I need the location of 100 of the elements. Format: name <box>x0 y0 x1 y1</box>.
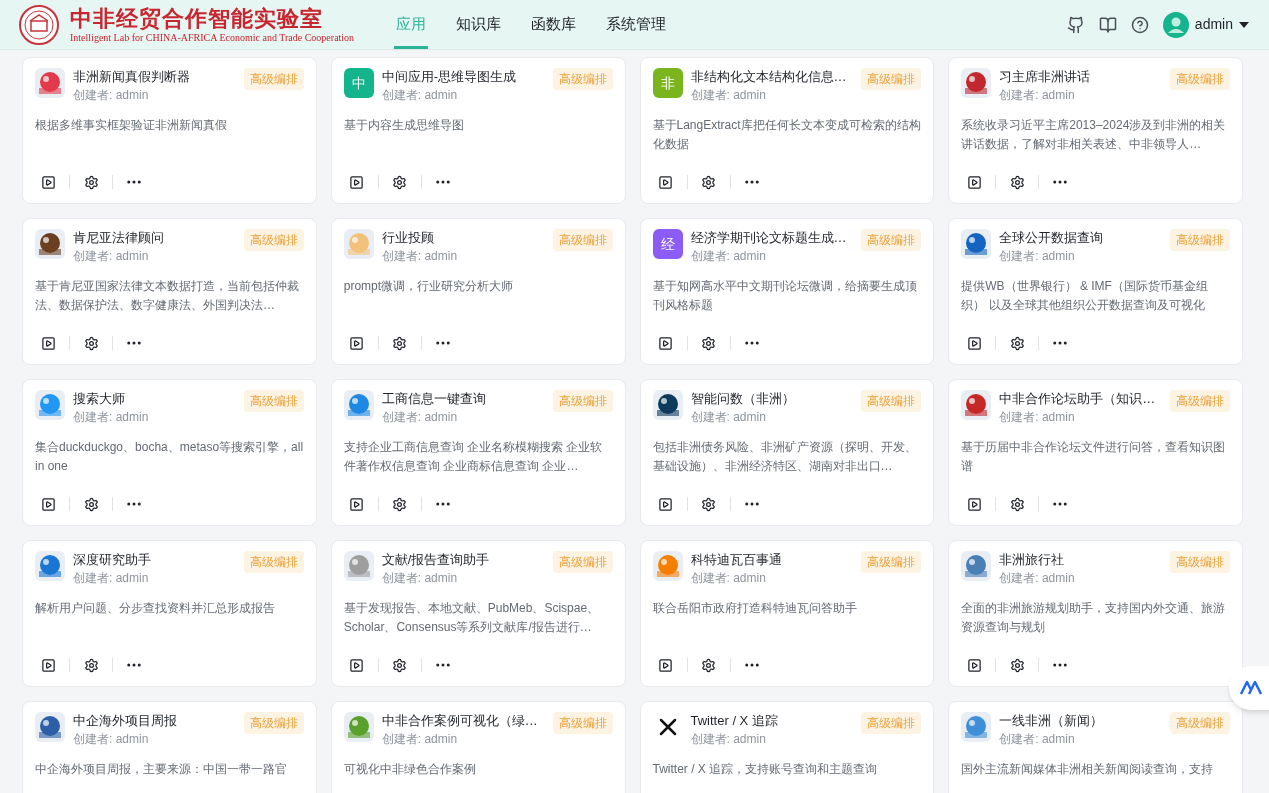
app-title: 搜索大师 <box>73 390 126 408</box>
app-description: 可视化中非绿色合作案例 <box>343 761 477 778</box>
app-card[interactable]: 中非合作论坛助手（知识… 创建者: admin 高级编排 基于历届中非合作论坛文件进行问答，查看知识图谱 <box>948 379 1243 526</box>
app-card[interactable]: 智能问数（非洲） 创建者: admin 高级编排 包括非洲债务风险、非洲矿产资源（探明、开发、基础设施）、非洲经济特区、湖南对非出口… <box>639 379 935 526</box>
app-title: 经济学期刊论文标题生成… <box>690 229 848 247</box>
app-title: 非洲旅行社 <box>999 551 1066 569</box>
app-type-tag: 高级编排 <box>861 712 922 734</box>
app-type-tag: 高级编排 <box>1170 551 1230 573</box>
app-description: 系统收录习近平主席2013–2024涉及到非洲的相关讲话数据，了解对非相关表述、中非领导人… <box>961 117 1227 153</box>
app-creator: 创建者: admin <box>690 248 767 265</box>
app-card[interactable]: 非洲旅行社 创建者: admin 高级编排 全面的非洲旅游规划助手，支持国内外交通、旅游资源查询与规划 <box>948 540 1243 687</box>
app-creator: 创建者: admin <box>73 87 150 104</box>
app-type-tag: 高级编排 <box>1170 68 1230 90</box>
app-title: 一线非洲（新闻） <box>999 712 1105 730</box>
app-title: 习主席非洲讲话 <box>999 68 1092 86</box>
assistant-float-button[interactable] <box>1229 666 1269 710</box>
app-letter-icon: 中 <box>343 68 374 98</box>
app-type-tag: 高级编排 <box>243 68 304 90</box>
app-title: 深度研究助手 <box>73 551 152 569</box>
app-description: 解析用户问题、分步查找资料并汇总形成报告 <box>35 600 276 617</box>
app-card[interactable]: 搜索大师 创建者: admin 高级编排 集合duckduckgo、bocha、metaso等搜索引擎，all in one <box>22 379 317 526</box>
nav-tab[interactable]: 系统管理 <box>604 0 669 49</box>
logo-icon <box>1239 680 1263 696</box>
app-card[interactable]: 行业投顾 创建者: admin 高级编排 prompt微调，行业研究分析大师 <box>330 218 626 365</box>
app-creator: 创建者: admin <box>381 248 459 265</box>
app-type-tag: 高级编排 <box>243 390 304 412</box>
app-card[interactable]: 肯尼亚法律顾问 创建者: admin 高级编排 基于肯尼亚国家法律文本数据打造，当前包括仲裁法、数据保护法、数字健康法、外国判决法… <box>22 218 317 365</box>
app-type-tag: 高级编排 <box>552 712 613 734</box>
app-creator: 创建者: admin <box>999 248 1076 265</box>
lab-subtitle: Intelligent Lab for CHINA-AFRICA Economic and Trade Cooperation <box>70 31 355 44</box>
app-creator: 创建者: admin <box>690 570 767 587</box>
app-card[interactable]: 工商信息一键查询 创建者: admin 高级编排 支持企业工商信息查询 企业名称模糊搜索 企业软件著作权信息查询 企业商标信息查询 企业… <box>330 379 626 526</box>
app-creator: 创建者: admin <box>690 87 767 104</box>
app-creator: 创建者: admin <box>73 409 150 426</box>
app-creator: 创建者: admin <box>999 570 1076 587</box>
app-description: 基于LangExtract库把任何长文本变成可检索的结构化数据 <box>652 117 922 153</box>
app-description: 全面的非洲旅游规划助手，支持国内外交通、旅游资源查询与规划 <box>961 600 1227 636</box>
app-card[interactable]: Twitter / X 追踪 创建者: admin 高级编排 Twitter / X 追踪，支持账号查询和主题查询 <box>639 701 935 793</box>
nav-tab[interactable]: 函数库 <box>529 0 579 49</box>
app-title: Twitter / X 追踪 <box>690 712 779 730</box>
app-type-tag: 高级编排 <box>1170 390 1230 412</box>
app-creator: 创建者: admin <box>690 731 767 748</box>
app-description: prompt微调，行业研究分析大师 <box>343 278 515 295</box>
app-creator: 创建者: admin <box>999 409 1076 426</box>
app-title: 科特迪瓦百事通 <box>690 551 783 569</box>
app-card[interactable]: 文献/报告查询助手 创建者: admin 高级编排 基于发现报告、本地文献、PubMeb、Scispae、Scholar、Consensus等系列文献库/报告进行… <box>330 540 626 687</box>
user-menu[interactable]: admin <box>1162 11 1249 38</box>
app-title: 工商信息一键查询 <box>381 390 487 408</box>
app-description: 基于内容生成思维导图 <box>343 117 465 134</box>
app-creator: 创建者: admin <box>73 570 150 587</box>
app-type-tag: 高级编排 <box>552 390 613 412</box>
app-card[interactable]: 习主席非洲讲话 创建者: admin 高级编排 系统收录习近平主席2013–2024涉及到非洲的相关讲话数据，了解对非相关表述、中非领导人… <box>948 57 1243 204</box>
github-icon[interactable] <box>1066 15 1085 34</box>
nav-tab[interactable]: 知识库 <box>454 0 504 49</box>
app-type-tag: 高级编排 <box>1170 229 1230 251</box>
app-creator: 创建者: admin <box>999 87 1076 104</box>
app-card[interactable]: 深度研究助手 创建者: admin 高级编排 解析用户问题、分步查找资料并汇总形成报告 <box>22 540 317 687</box>
app-title: 文献/报告查询助手 <box>381 551 491 569</box>
app-card[interactable]: 中非合作案例可视化（绿… 创建者: admin 高级编排 可视化中非绿色合作案例 <box>330 701 626 793</box>
app-description: 国外主流新闻媒体非洲相关新闻阅读查询，支持 <box>961 761 1215 778</box>
app-type-tag: 高级编排 <box>243 551 304 573</box>
app-creator: 创建者: admin <box>690 409 767 426</box>
app-description: 支持企业工商信息查询 企业名称模糊搜索 企业软件著作权信息查询 企业商标信息查询 企业… <box>343 439 604 475</box>
logo-emblem-icon <box>18 3 60 46</box>
app-type-tag: 高级编排 <box>861 229 922 251</box>
app-title: 非结构化文本结构化信息… <box>690 68 848 86</box>
app-title: 中间应用-思维导图生成 <box>381 68 518 86</box>
app-letter-icon: 非 <box>652 68 683 98</box>
app-type-tag: 高级编排 <box>552 229 613 251</box>
app-card[interactable]: 全球公开数据查询 创建者: admin 高级编排 提供WB（世界银行） & IMF（国际货币基金组织） 以及全球其他组织公开数据查询及可视化 <box>948 218 1243 365</box>
book-icon[interactable] <box>1098 15 1117 34</box>
app-card[interactable]: 非 非结构化文本结构化信息… 创建者: admin 高级编排 基于LangExtract库把任何长文本变成可检索的结构化数据 <box>639 57 935 204</box>
app-title: 非洲新闻真假判断器 <box>73 68 191 86</box>
app-creator: 创建者: admin <box>381 731 459 748</box>
app-type-tag: 高级编排 <box>552 68 613 90</box>
app-card[interactable]: 中 中间应用-思维导图生成 创建者: admin 高级编排 基于内容生成思维导图 <box>330 57 626 204</box>
app-creator: 创建者: admin <box>73 248 150 265</box>
app-description: 基于发现报告、本地文献、PubMeb、Scispae、Scholar、Consensus等系列文献库/报告进行… <box>343 600 601 636</box>
app-type-tag: 高级编排 <box>861 68 922 90</box>
app-type-tag: 高级编排 <box>861 551 922 573</box>
app-description: 包括非洲债务风险、非洲矿产资源（探明、开发、基础设施）、非洲经济特区、湖南对非出口… <box>652 439 918 475</box>
app-description: 根据多维事实框架验证非洲新闻真假 <box>35 117 228 134</box>
app-card[interactable]: 一线非洲（新闻） 创建者: admin 高级编排 国外主流新闻媒体非洲相关新闻阅读查询，支持 <box>948 701 1243 793</box>
lab-title: 中非经贸合作智能实验室 <box>70 5 324 32</box>
app-card[interactable]: 非洲新闻真假判断器 创建者: admin 高级编排 根据多维事实框架验证非洲新闻真假 <box>22 57 317 204</box>
app-card[interactable]: 经 经济学期刊论文标题生成… 创建者: admin 高级编排 基于知网高水平中文期刊论坛微调，给摘要生成顶刊风格标题 <box>639 218 935 365</box>
app-type-tag: 高级编排 <box>552 551 613 573</box>
app-creator: 创建者: admin <box>73 731 150 748</box>
app-creator: 创建者: admin <box>381 87 459 104</box>
app-letter-icon: 经 <box>652 229 683 259</box>
app-description: 联合岳阳市政府打造科特迪瓦问答助手 <box>652 600 858 617</box>
app-card[interactable]: 中企海外项目周报 创建者: admin 高级编排 中企海外项目周报，主要来源：中国一带一路官 <box>22 701 317 793</box>
app-description: 集合duckduckgo、bocha、metaso等搜索引擎，all in one <box>35 439 304 475</box>
app-type-tag: 高级编排 <box>861 390 922 412</box>
app-description: 提供WB（世界银行） & IMF（国际货币基金组织） 以及全球其他组织公开数据查询及可视化 <box>961 278 1209 314</box>
app-description: 基于肯尼亚国家法律文本数据打造，当前包括仲裁法、数据保护法、数字健康法、外国判决法… <box>35 278 300 314</box>
help-icon[interactable] <box>1130 15 1149 34</box>
app-card[interactable]: 科特迪瓦百事通 创建者: admin 高级编排 联合岳阳市政府打造科特迪瓦问答助手 <box>639 540 935 687</box>
app-title: 智能问数（非洲） <box>690 390 796 408</box>
app-type-tag: 高级编排 <box>243 229 304 251</box>
